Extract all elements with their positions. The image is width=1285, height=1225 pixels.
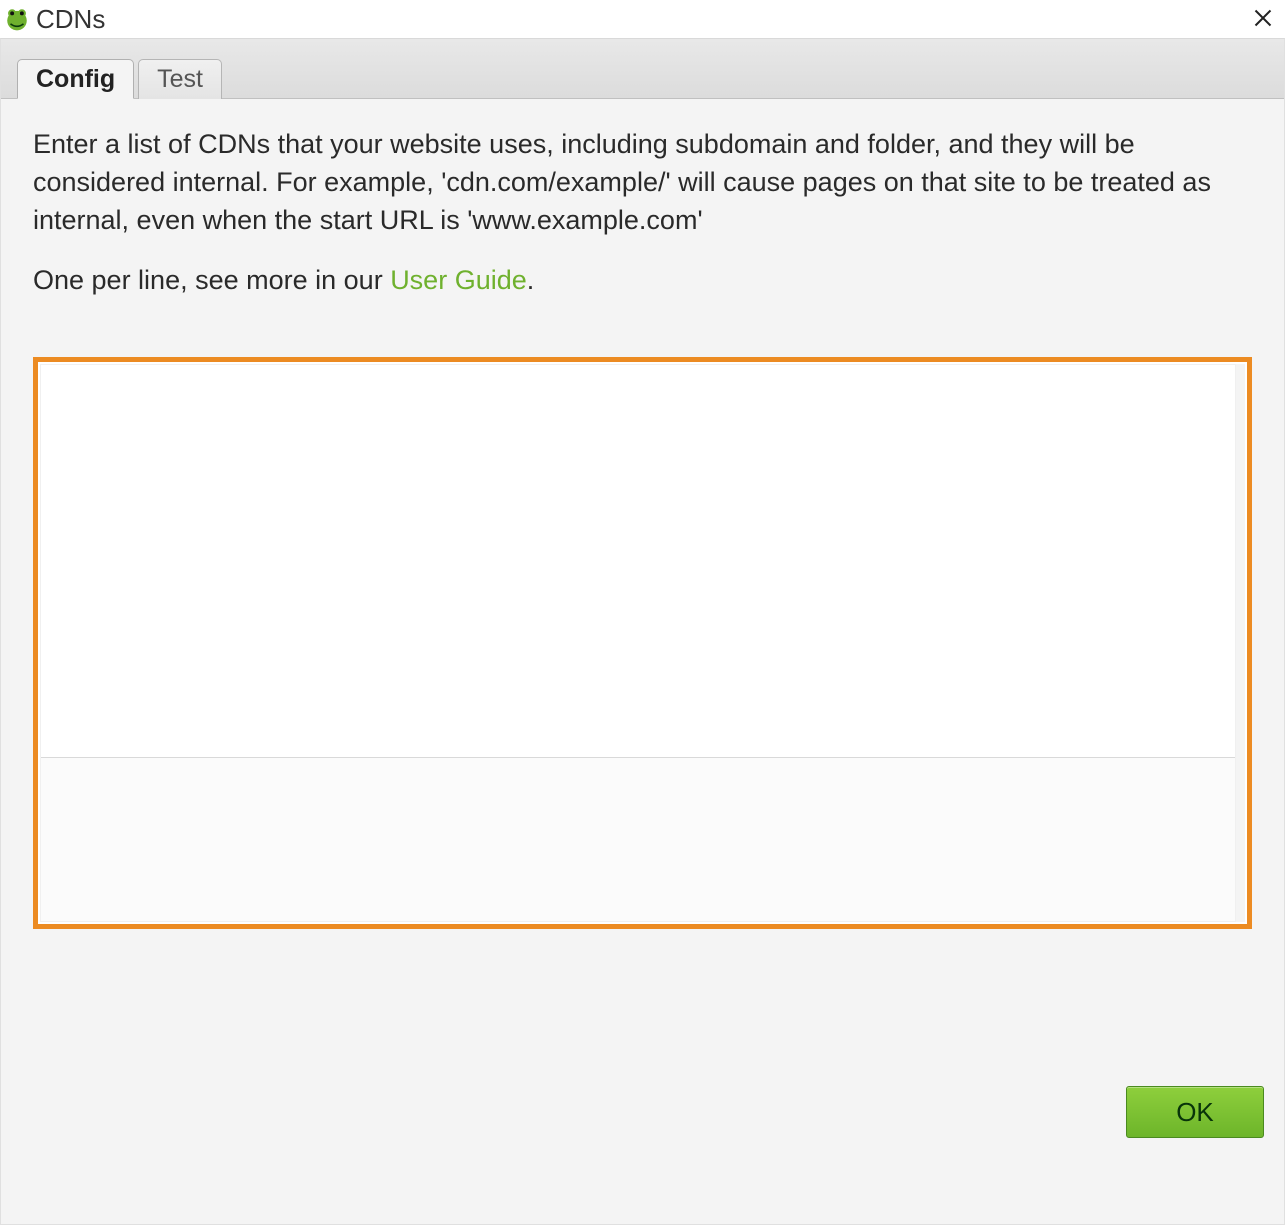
instruction-secondary-suffix: .	[527, 265, 535, 295]
ok-button-label: OK	[1176, 1097, 1214, 1127]
cdn-list-lower-pane	[41, 758, 1235, 921]
instruction-secondary: One per line, see more in our User Guide…	[33, 261, 1252, 299]
cdn-list-scrollbar[interactable]	[1236, 364, 1245, 922]
instruction-secondary-prefix: One per line, see more in our	[33, 265, 390, 295]
user-guide-link[interactable]: User Guide	[390, 265, 527, 295]
config-panel: Enter a list of CDNs that your website u…	[1, 99, 1284, 929]
tab-strip: Config Test	[1, 39, 1284, 99]
dialog-button-row: OK	[1126, 1086, 1264, 1138]
tab-test[interactable]: Test	[138, 59, 222, 99]
cdn-list-textarea[interactable]	[41, 365, 1235, 757]
instruction-main: Enter a list of CDNs that your website u…	[33, 125, 1252, 239]
tab-config-label: Config	[36, 65, 115, 94]
frog-app-icon	[4, 6, 30, 32]
window-title: CDNs	[36, 4, 105, 35]
ok-button[interactable]: OK	[1126, 1086, 1264, 1138]
tab-test-label: Test	[157, 65, 203, 94]
close-icon	[1253, 6, 1273, 32]
cdn-list-upper-pane	[41, 365, 1235, 757]
cdn-list-input-container	[40, 364, 1236, 922]
dialog-content: Config Test Enter a list of CDNs that yo…	[0, 38, 1285, 1225]
cdn-list-highlight-frame	[33, 357, 1252, 929]
title-left: CDNs	[4, 4, 105, 35]
close-button[interactable]	[1243, 2, 1283, 36]
title-bar: CDNs	[0, 0, 1285, 38]
tab-config[interactable]: Config	[17, 59, 134, 99]
